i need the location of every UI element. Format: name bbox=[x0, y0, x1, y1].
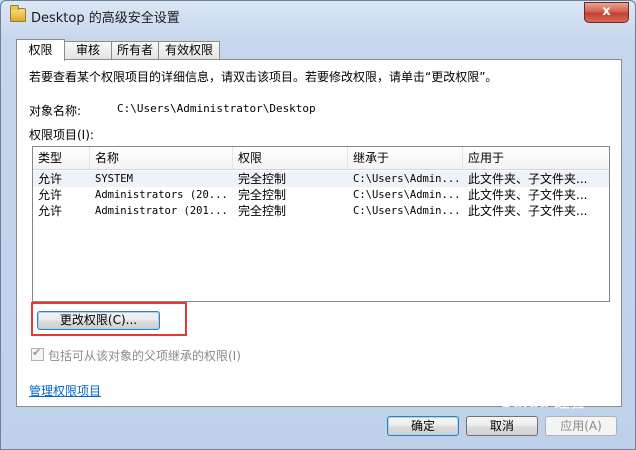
ok-button[interactable]: 确定 bbox=[387, 416, 459, 436]
title-bar[interactable]: Desktop 的高级安全设置 x bbox=[1, 1, 635, 31]
folder-icon bbox=[10, 5, 26, 22]
object-name-value: C:\Users\Administrator\Desktop bbox=[117, 102, 316, 115]
cell-name: SYSTEM bbox=[95, 173, 133, 185]
cancel-button[interactable]: 取消 bbox=[466, 416, 538, 436]
inherit-checkbox-label: 包括可从该对象的父项继承的权限(I) bbox=[48, 349, 241, 363]
manage-permission-entries-link[interactable]: 管理权限项目 bbox=[29, 382, 101, 399]
permission-entries-label: 权限项目(I): bbox=[29, 128, 94, 142]
apply-button[interactable]: 应用(A) bbox=[545, 416, 617, 436]
cell-inherited-from: C:\Users\Admin... bbox=[353, 189, 461, 201]
window-title: Desktop 的高级安全设置 bbox=[31, 11, 180, 26]
watermark-logo: Baidu 经验 bbox=[501, 393, 585, 411]
tab-owner[interactable]: 所有者 bbox=[111, 41, 159, 59]
checkbox-icon[interactable] bbox=[31, 346, 44, 361]
column-header-type[interactable]: 类型 bbox=[33, 147, 90, 169]
cell-inherited-from: C:\Users\Admin... bbox=[353, 205, 461, 217]
cell-applies-to: 此文件夹、子文件夹... bbox=[468, 172, 588, 186]
table-row[interactable]: 允许 Administrator (201... 完全控制 C:\Users\A… bbox=[33, 203, 609, 219]
change-permissions-button[interactable]: 更改权限(C)... bbox=[37, 311, 160, 330]
table-row[interactable]: 允许 Administrators (20... 完全控制 C:\Users\A… bbox=[33, 187, 609, 203]
list-header: 类型 名称 权限 继承于 应用于 bbox=[33, 147, 609, 170]
cell-type: 允许 bbox=[38, 188, 63, 202]
close-button[interactable]: x bbox=[584, 2, 629, 23]
cell-applies-to: 此文件夹、子文件夹... bbox=[468, 188, 588, 202]
inherit-permissions-checkbox[interactable]: 包括可从该对象的父项继承的权限(I) bbox=[31, 346, 241, 364]
dialog-window: Desktop 的高级安全设置 x 权限 审核 所有者 有效权限 若要查看某个权… bbox=[0, 0, 636, 450]
cell-type: 允许 bbox=[38, 204, 63, 218]
cell-name: Administrators (20... bbox=[95, 189, 228, 201]
instruction-text: 若要查看某个权限项目的详细信息，请双击该项目。若要修改权限，请单击“更改权限”。 bbox=[29, 70, 498, 84]
column-header-applies-to[interactable]: 应用于 bbox=[463, 147, 609, 169]
cell-permission: 完全控制 bbox=[238, 204, 287, 218]
object-name-label: 对象名称: bbox=[29, 104, 82, 118]
cell-permission: 完全控制 bbox=[238, 188, 287, 202]
cell-name: Administrator (201... bbox=[95, 205, 228, 217]
cell-applies-to: 此文件夹、子文件夹... bbox=[468, 204, 588, 218]
tab-effective-permissions[interactable]: 有效权限 bbox=[158, 41, 220, 59]
permissions-panel: 若要查看某个权限项目的详细信息，请双击该项目。若要修改权限，请单击“更改权限”。… bbox=[16, 59, 622, 407]
table-row[interactable]: 允许 SYSTEM 完全控制 C:\Users\Admin... 此文件夹、子文… bbox=[33, 171, 609, 187]
cell-permission: 完全控制 bbox=[238, 172, 287, 186]
tab-auditing[interactable]: 审核 bbox=[64, 41, 112, 59]
column-header-name[interactable]: 名称 bbox=[90, 147, 233, 169]
tab-permissions[interactable]: 权限 bbox=[16, 39, 65, 61]
column-header-permission[interactable]: 权限 bbox=[233, 147, 348, 169]
permission-entries-list[interactable]: 类型 名称 权限 继承于 应用于 允许 SYSTEM 完全控制 C:\Users… bbox=[32, 146, 610, 302]
cell-type: 允许 bbox=[38, 172, 63, 186]
column-header-inherited-from[interactable]: 继承于 bbox=[348, 147, 463, 169]
cell-inherited-from: C:\Users\Admin... bbox=[353, 173, 461, 185]
